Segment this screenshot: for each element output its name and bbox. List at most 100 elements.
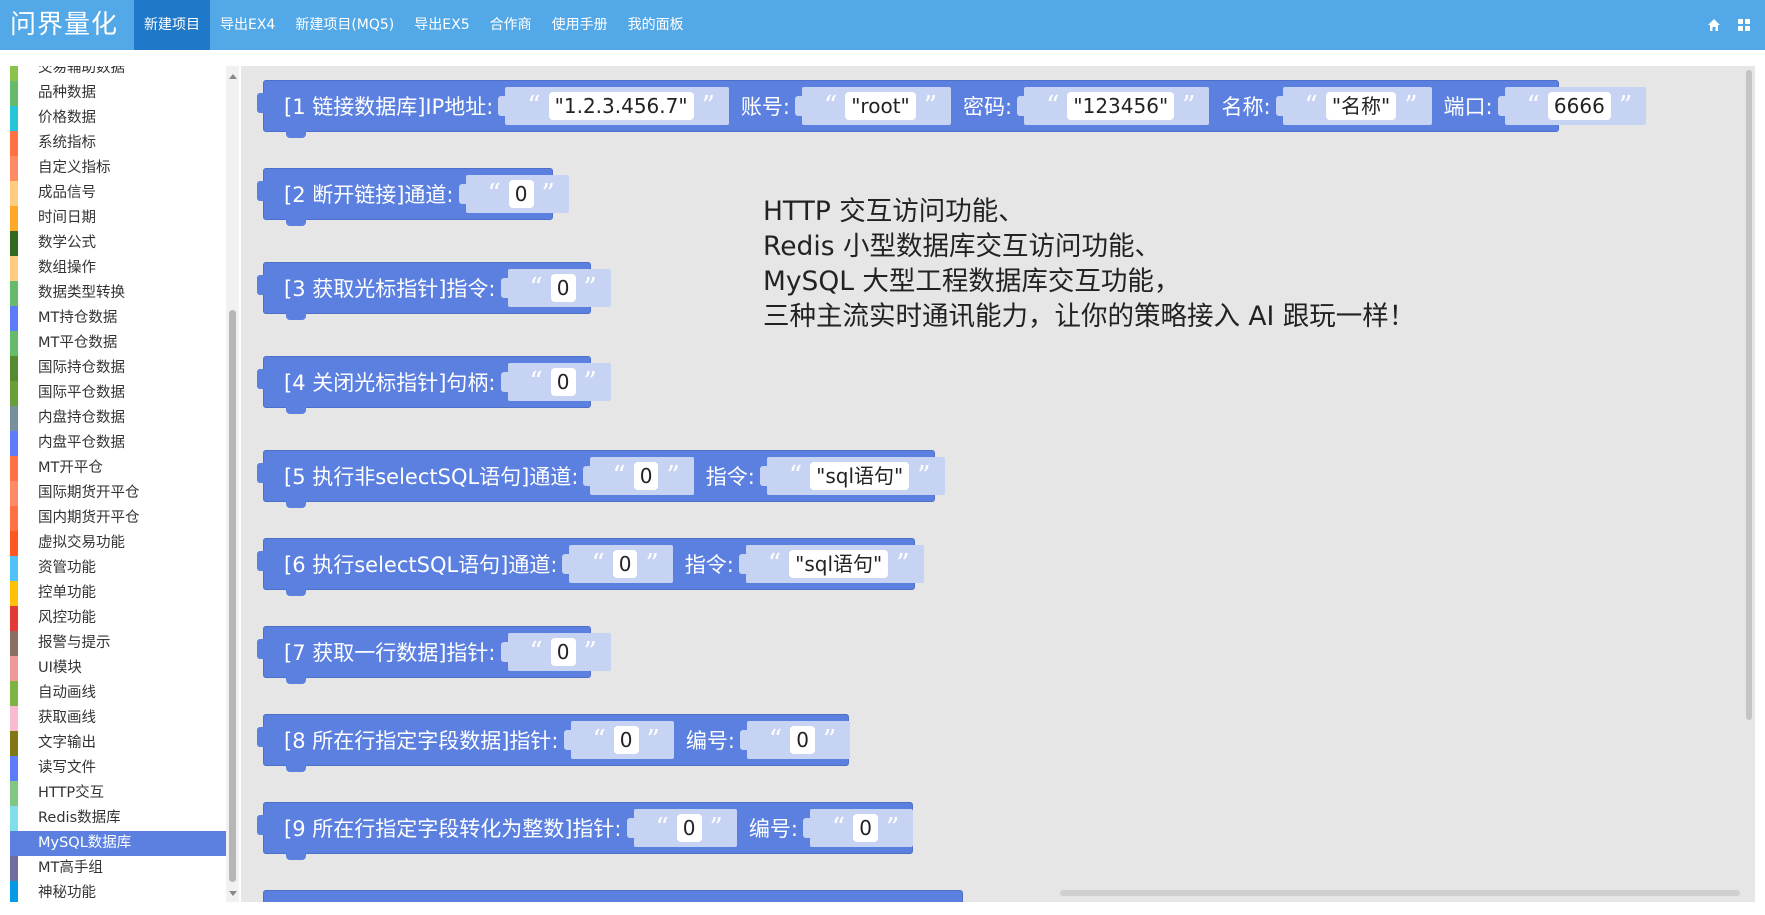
block-exec-select[interactable]: [6 执行selectSQL语句]通道: “0” 指令: “"sql语句"”: [257, 538, 924, 596]
sidebar-item[interactable]: 数组操作: [10, 256, 226, 281]
nav-new-project[interactable]: 新建项目: [134, 0, 210, 50]
block-connect-database[interactable]: [1 链接数据库]IP地址: “"1.2.3.456.7"” 账号: “"roo…: [257, 80, 1647, 138]
block-get-cursor[interactable]: [3 获取光标指针]指令: “0”: [257, 262, 611, 320]
main-nav: 新建项目 导出EX4 新建项目(MQ5) 导出EX5 合作商 使用手册 我的面板: [134, 0, 694, 50]
category-color-swatch: [10, 331, 18, 356]
category-color-swatch: [10, 556, 18, 581]
handle-field[interactable]: “0”: [500, 363, 611, 401]
sidebar-item[interactable]: 交易辅助数据: [10, 66, 226, 81]
sidebar-item[interactable]: 国际平仓数据: [10, 381, 226, 406]
open-quote-icon: “: [1304, 91, 1318, 121]
nav-manual[interactable]: 使用手册: [542, 0, 618, 50]
block-partial-next[interactable]: [263, 890, 963, 902]
category-color-swatch: [10, 306, 18, 331]
sidebar-item[interactable]: 国际期货开平仓: [10, 481, 226, 506]
sidebar-item[interactable]: 数据类型转换: [10, 281, 226, 306]
channel-field[interactable]: “0”: [562, 545, 673, 583]
account-field[interactable]: “"root"”: [794, 87, 952, 125]
block-disconnect[interactable]: [2 断开链接]通道: “0”: [257, 168, 569, 226]
sidebar-item[interactable]: 风控功能: [10, 606, 226, 631]
index-label: 编号:: [685, 729, 735, 753]
sidebar-item[interactable]: 品种数据: [10, 81, 226, 106]
sidebar-item[interactable]: 资管功能: [10, 556, 226, 581]
sidebar-item[interactable]: 价格数据: [10, 106, 226, 131]
sidebar-item[interactable]: MT开平仓: [10, 456, 226, 481]
nav-new-project-mq5[interactable]: 新建项目(MQ5): [285, 0, 404, 50]
sidebar-item[interactable]: 国际持仓数据: [10, 356, 226, 381]
brand-logo[interactable]: 问界量化: [10, 6, 118, 44]
open-quote-icon: “: [592, 725, 606, 755]
sidebar-item[interactable]: MT平仓数据: [10, 331, 226, 356]
block-field-data[interactable]: [8 所在行指定字段数据]指针: “0” 编号: “0”: [257, 714, 851, 772]
sidebar-item[interactable]: HTTP交互: [10, 781, 226, 806]
nav-partners[interactable]: 合作商: [480, 0, 542, 50]
command-field[interactable]: “0”: [500, 269, 611, 307]
sidebar-item[interactable]: 系统指标: [10, 131, 226, 156]
sidebar-item[interactable]: 内盘平仓数据: [10, 431, 226, 456]
category-color-swatch: [10, 231, 18, 256]
sidebar-scrollbar[interactable]: [226, 66, 239, 902]
block-close-cursor[interactable]: [4 关闭光标指针]句柄: “0”: [257, 356, 611, 414]
close-quote-icon: ”: [645, 549, 659, 579]
channel-field[interactable]: “0”: [458, 175, 569, 213]
workspace-vertical-scrollbar[interactable]: [1743, 66, 1755, 902]
sidebar-item[interactable]: 数学公式: [10, 231, 226, 256]
index-field[interactable]: “0”: [739, 721, 851, 759]
sidebar-item[interactable]: Redis数据库: [10, 806, 226, 831]
category-color-swatch: [10, 206, 18, 231]
sidebar-item[interactable]: 国内期货开平仓: [10, 506, 226, 531]
index-field[interactable]: “0”: [802, 809, 914, 847]
block-workspace[interactable]: [1 链接数据库]IP地址: “"1.2.3.456.7"” 账号: “"roo…: [241, 66, 1743, 902]
pointer-field[interactable]: “0”: [626, 809, 737, 847]
nav-my-panel[interactable]: 我的面板: [618, 0, 694, 50]
sidebar-item[interactable]: 获取画线: [10, 706, 226, 731]
sidebar-item[interactable]: MySQL数据库: [10, 831, 226, 856]
pointer-field[interactable]: “0”: [500, 633, 611, 671]
sidebar-item[interactable]: UI模块: [10, 656, 226, 681]
block-fetch-row[interactable]: [7 获取一行数据]指针: “0”: [257, 626, 611, 684]
sidebar-item[interactable]: 自定义指标: [10, 156, 226, 181]
category-color-swatch: [10, 381, 18, 406]
sidebar-item[interactable]: MT高手组: [10, 856, 226, 881]
open-quote-icon: “: [487, 179, 501, 209]
block-field-to-int[interactable]: [9 所在行指定字段转化为整数]指针: “0” 编号: “0”: [257, 802, 914, 860]
channel-field[interactable]: “0”: [583, 457, 694, 495]
sql-field[interactable]: “"sql语句"”: [738, 545, 924, 583]
scroll-down-arrow-icon[interactable]: [229, 891, 237, 896]
home-icon[interactable]: [1707, 18, 1721, 32]
password-field[interactable]: “"123456"”: [1017, 87, 1210, 125]
close-quote-icon: ”: [822, 725, 837, 755]
sidebar-item[interactable]: 成品信号: [10, 181, 226, 206]
sidebar-item[interactable]: 读写文件: [10, 756, 226, 781]
block-label: [6 执行selectSQL语句]通道:: [284, 553, 558, 577]
workspace-horizontal-thumb[interactable]: [1060, 890, 1740, 896]
block-label: [4 关闭光标指针]句柄:: [284, 371, 496, 395]
sidebar-item-label: HTTP交互: [38, 785, 105, 801]
sidebar-item[interactable]: 自动画线: [10, 681, 226, 706]
scroll-up-arrow-icon[interactable]: [229, 74, 237, 79]
sql-field[interactable]: “"sql语句"”: [759, 457, 945, 495]
sidebar-item[interactable]: 内盘持仓数据: [10, 406, 226, 431]
nav-export-ex5[interactable]: 导出EX5: [404, 0, 479, 50]
workspace-vertical-thumb[interactable]: [1746, 70, 1752, 720]
nav-export-ex4[interactable]: 导出EX4: [210, 0, 285, 50]
sidebar-item[interactable]: 报警与提示: [10, 631, 226, 656]
open-quote-icon: “: [1046, 91, 1060, 121]
category-color-swatch: [10, 456, 18, 481]
port-field[interactable]: “6666”: [1497, 87, 1647, 125]
pointer-field[interactable]: “0”: [563, 721, 674, 759]
grid-icon[interactable]: [1737, 18, 1751, 32]
sidebar-scroll-thumb[interactable]: [229, 310, 236, 882]
sidebar-item[interactable]: 时间日期: [10, 206, 226, 231]
sidebar-item[interactable]: 控单功能: [10, 581, 226, 606]
sidebar-item-label: 报警与提示: [38, 635, 111, 651]
sidebar-item[interactable]: 神秘功能: [10, 881, 226, 902]
sidebar-item[interactable]: MT持仓数据: [10, 306, 226, 331]
sidebar-item[interactable]: 虚拟交易功能: [10, 531, 226, 556]
command-label: 指令:: [705, 465, 755, 489]
category-color-swatch: [10, 181, 18, 206]
block-exec-non-select[interactable]: [5 执行非selectSQL语句]通道: “0” 指令: “"sql语句"”: [257, 450, 945, 508]
ip-field[interactable]: “"1.2.3.456.7"”: [498, 87, 729, 125]
name-field[interactable]: “"名称"”: [1275, 87, 1432, 125]
sidebar-item[interactable]: 文字输出: [10, 731, 226, 756]
